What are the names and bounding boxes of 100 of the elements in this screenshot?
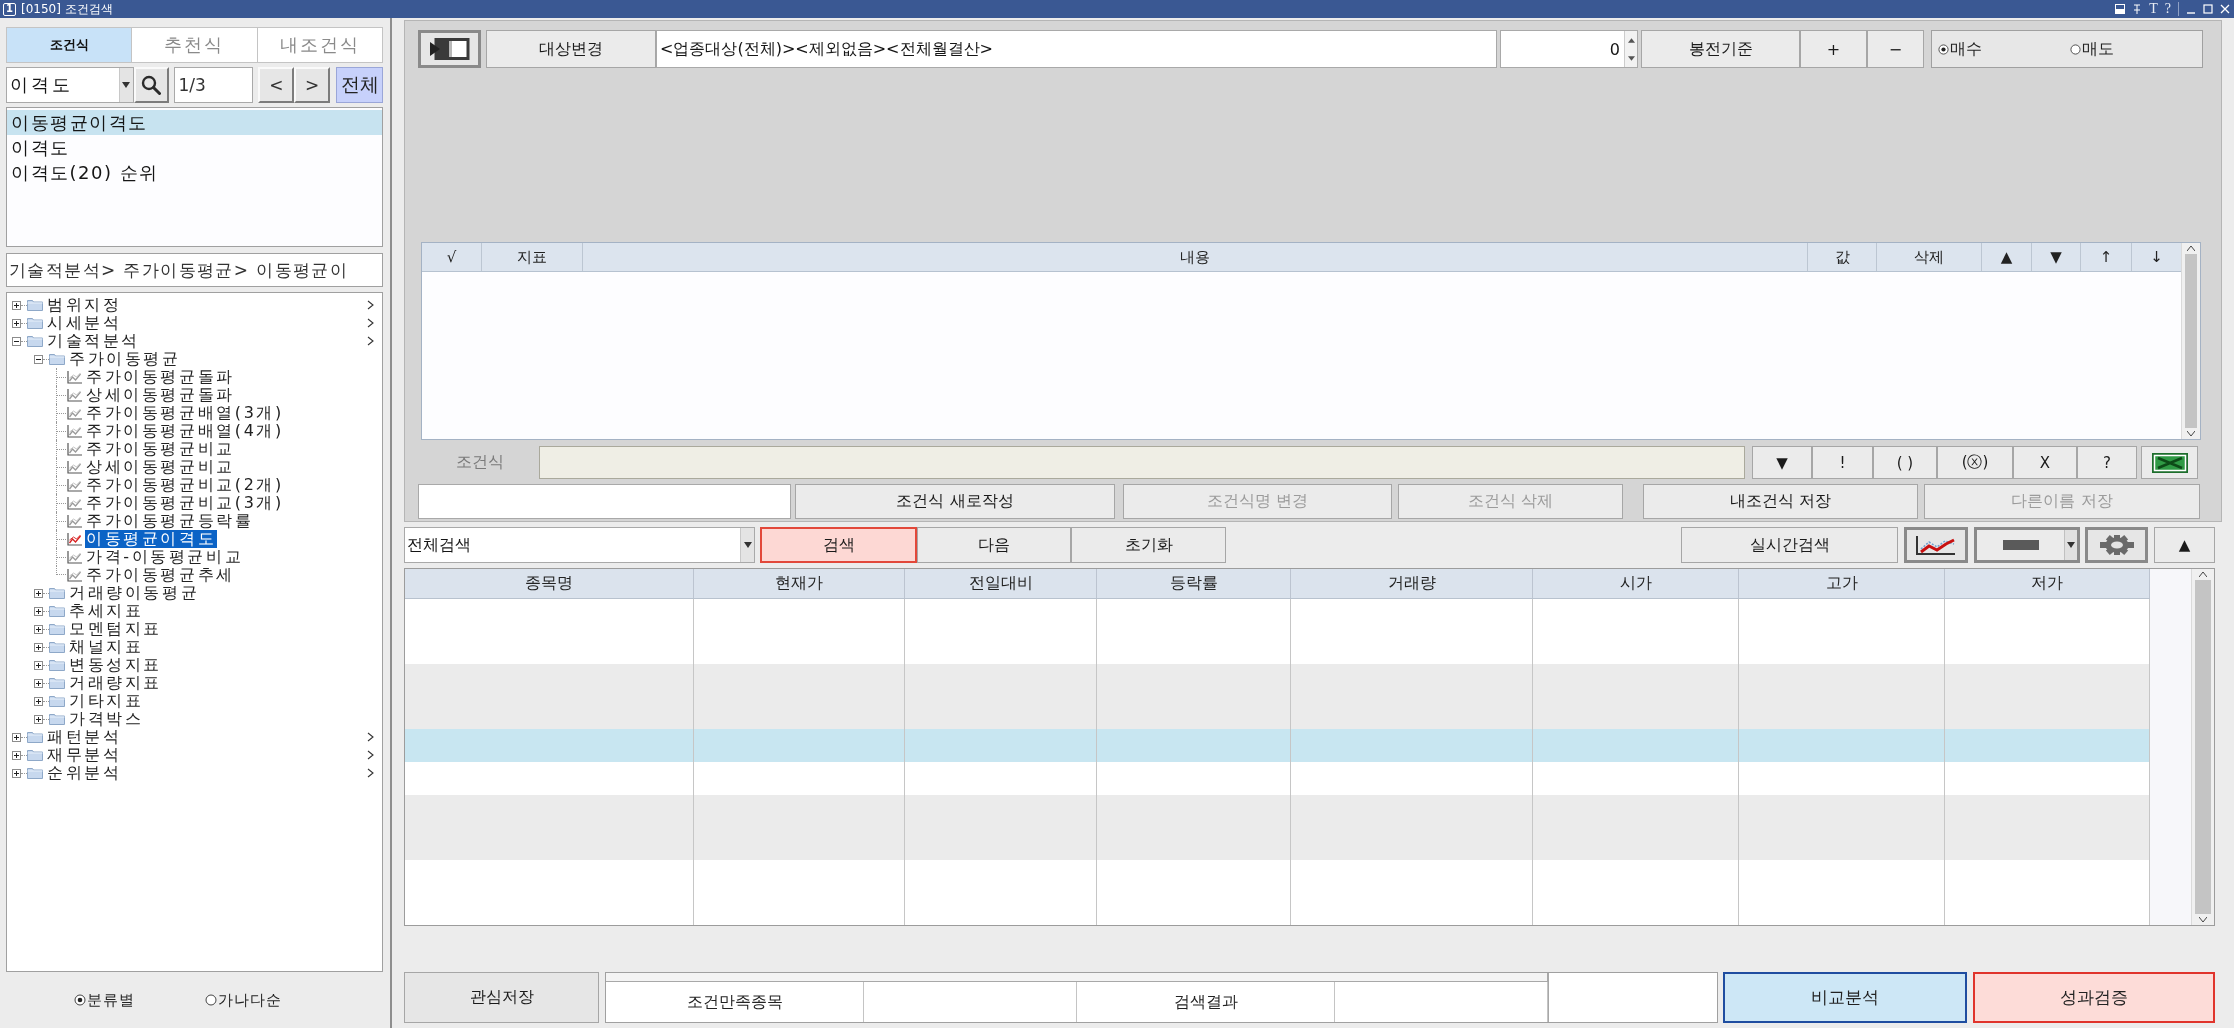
- tree-item[interactable]: 모멘텀지표: [68, 620, 163, 638]
- expand-icon[interactable]: [34, 642, 43, 652]
- vertical-scrollbar[interactable]: [2181, 243, 2200, 439]
- list-item[interactable]: 이동평균이격도: [7, 110, 382, 135]
- expand-icon[interactable]: [34, 660, 43, 670]
- tree-item[interactable]: 추세지표: [68, 602, 145, 620]
- tree-item[interactable]: 거래량이동평균: [68, 584, 201, 602]
- previous-button[interactable]: <: [258, 67, 295, 103]
- plus-button[interactable]: +: [1800, 30, 1867, 68]
- list-item[interactable]: 이격도(20) 순위: [7, 160, 382, 185]
- radio-icon[interactable]: [74, 994, 86, 1006]
- radio-icon[interactable]: [2070, 43, 2081, 55]
- scroll-down-icon[interactable]: [2187, 431, 2195, 436]
- action-button[interactable]: 내조건식 저장: [1643, 484, 1918, 519]
- tree-item[interactable]: 주가이동평균등락률: [85, 512, 255, 530]
- tree-item[interactable]: 가격박스: [68, 710, 145, 728]
- scroll-up-icon[interactable]: [2187, 246, 2195, 251]
- tree-item[interactable]: 순위분석: [46, 764, 123, 782]
- search-button[interactable]: [133, 67, 169, 103]
- radio-label[interactable]: 매도: [2082, 38, 2114, 60]
- expand-icon[interactable]: [34, 678, 43, 688]
- expand-icon[interactable]: [34, 588, 43, 598]
- operator-button[interactable]: ▼: [1752, 446, 1812, 479]
- tree-item[interactable]: 변동성지표: [68, 656, 163, 674]
- export-button[interactable]: [2141, 446, 2198, 479]
- tree-item[interactable]: 채널지표: [68, 638, 145, 656]
- tree-item[interactable]: 주가이동평균비교(3개): [85, 494, 285, 512]
- radio-label[interactable]: 가나다순: [218, 990, 282, 1010]
- scroll-up-icon[interactable]: [2199, 572, 2207, 577]
- minus-button[interactable]: −: [1867, 30, 1924, 68]
- list-item[interactable]: 이격도: [7, 135, 382, 160]
- scrollbar-thumb[interactable]: [2184, 254, 2198, 428]
- radio-label[interactable]: 분류별: [87, 990, 135, 1010]
- tree-item[interactable]: 이동평균이격도: [85, 530, 218, 548]
- chart-button[interactable]: [1904, 527, 1968, 563]
- expand-icon[interactable]: [12, 318, 21, 328]
- line-style-dropdown[interactable]: [1974, 527, 2080, 563]
- collapse-icon[interactable]: [12, 336, 21, 346]
- pin-icon[interactable]: [2132, 4, 2143, 14]
- formula-field[interactable]: [539, 446, 1745, 479]
- operator-button[interactable]: (ⓧ): [1937, 446, 2013, 479]
- panel-toggle-button[interactable]: [418, 30, 481, 68]
- offset-basis-button[interactable]: 봉전기준: [1641, 30, 1800, 68]
- title-tool-button[interactable]: ?: [2164, 1, 2171, 17]
- expand-icon[interactable]: [34, 696, 43, 706]
- tree-item[interactable]: 주가이동평균비교(2개): [85, 476, 285, 494]
- tree-item[interactable]: 주가이동평균배열(3개): [85, 404, 285, 422]
- title-tool-button[interactable]: T: [2149, 1, 2158, 17]
- input-field[interactable]: [418, 484, 791, 519]
- realtime-search-button[interactable]: 실시간검색: [1681, 527, 1898, 563]
- all-button[interactable]: 전체: [336, 67, 383, 103]
- tree-item[interactable]: 주가이동평균: [68, 350, 182, 368]
- search-action-button[interactable]: 다음: [917, 527, 1071, 563]
- dock-icon[interactable]: [2115, 4, 2126, 14]
- analysis-button[interactable]: 성과검증: [1973, 972, 2215, 1023]
- next-button[interactable]: >: [294, 67, 331, 103]
- tree-item[interactable]: 주가이동평균추세: [85, 566, 236, 584]
- search-action-button[interactable]: 초기화: [1071, 527, 1226, 563]
- spin-up-icon[interactable]: [1627, 37, 1635, 43]
- action-button[interactable]: 조건식 새로작성: [795, 484, 1115, 519]
- close-icon[interactable]: [2220, 4, 2230, 14]
- spin-down-icon[interactable]: [1627, 55, 1635, 61]
- expand-icon[interactable]: [12, 300, 21, 310]
- expand-icon[interactable]: [34, 606, 43, 616]
- scope-dropdown[interactable]: 전체검색: [404, 527, 755, 563]
- tree-item[interactable]: 시세분석: [46, 314, 123, 332]
- expand-icon[interactable]: [12, 732, 21, 742]
- expand-icon[interactable]: [12, 750, 21, 760]
- tree-item[interactable]: 범위지정: [46, 296, 123, 314]
- tree-item[interactable]: 기술적분석: [46, 332, 141, 350]
- tree-item[interactable]: 주가이동평균돌파: [85, 368, 236, 386]
- operator-button[interactable]: X: [2013, 446, 2077, 479]
- operator-button[interactable]: !: [1812, 446, 1873, 479]
- tree-item[interactable]: 기타지표: [68, 692, 145, 710]
- tree-item[interactable]: 재무분석: [46, 746, 123, 764]
- target-field[interactable]: <업종대상(전체)><제외없음><전체월결산>: [656, 30, 1497, 68]
- collapse-icon[interactable]: [34, 354, 43, 364]
- search-action-button[interactable]: 검색: [760, 527, 917, 563]
- operator-button[interactable]: ( ): [1873, 446, 1937, 479]
- operator-button[interactable]: ?: [2077, 446, 2137, 479]
- maximize-icon[interactable]: [2203, 4, 2213, 14]
- page-field[interactable]: 1/3: [173, 67, 254, 103]
- radio-icon[interactable]: [1938, 43, 1949, 55]
- scroll-down-icon[interactable]: [2199, 917, 2207, 922]
- expand-icon[interactable]: [34, 714, 43, 724]
- change-target-button[interactable]: 대상변경: [486, 30, 656, 68]
- vertical-scrollbar[interactable]: [2191, 569, 2214, 925]
- tree-item[interactable]: 주가이동평균비교: [85, 440, 236, 458]
- expand-icon[interactable]: [12, 768, 21, 778]
- analysis-button[interactable]: 비교분석: [1723, 972, 1967, 1023]
- scroll-top-button[interactable]: ▲: [2154, 527, 2215, 563]
- tree-item[interactable]: 거래량지표: [68, 674, 163, 692]
- search-combo[interactable]: 이격도: [6, 67, 134, 103]
- tree-item[interactable]: 주가이동평균배열(4개): [85, 422, 285, 440]
- tree-item[interactable]: 가격-이동평균비교: [85, 548, 245, 566]
- tab[interactable]: 조건식: [7, 28, 133, 62]
- scrollbar-thumb[interactable]: [2195, 580, 2211, 914]
- settings-button[interactable]: [2085, 527, 2148, 563]
- radio-icon[interactable]: [205, 994, 217, 1006]
- scrollbar-track[interactable]: [606, 973, 1548, 982]
